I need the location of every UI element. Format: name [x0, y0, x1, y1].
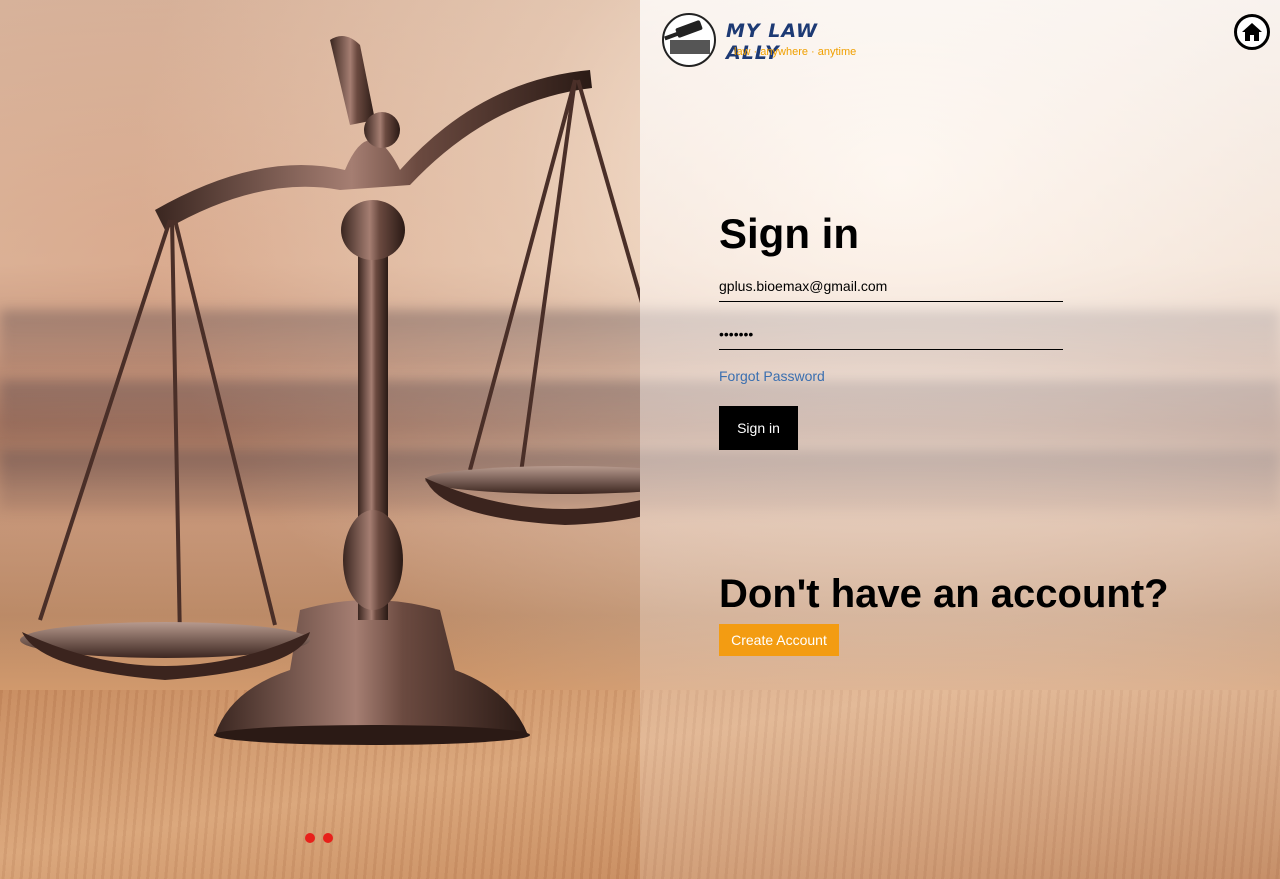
no-account-heading: Don't have an account?	[719, 572, 1169, 616]
scales-of-justice-image	[20, 36, 640, 745]
carousel-dot[interactable]	[305, 833, 315, 843]
home-icon	[1242, 23, 1262, 41]
home-button[interactable]	[1234, 14, 1270, 50]
sign-in-heading: Sign in	[719, 210, 859, 257]
carousel-dot[interactable]	[323, 833, 333, 843]
gavel-book-icon	[662, 13, 716, 67]
carousel-dots	[305, 833, 333, 843]
create-account-button[interactable]: Create Account	[719, 624, 839, 656]
site-logo[interactable]: MY LAW ALLY law · anywhere · anytime	[656, 10, 876, 70]
logo-tagline: law · anywhere · anytime	[734, 46, 857, 58]
forgot-password-link[interactable]: Forgot Password	[719, 368, 825, 384]
email-field[interactable]	[719, 270, 1063, 302]
password-field[interactable]	[719, 318, 1063, 350]
sign-in-button[interactable]: Sign in	[719, 406, 798, 450]
